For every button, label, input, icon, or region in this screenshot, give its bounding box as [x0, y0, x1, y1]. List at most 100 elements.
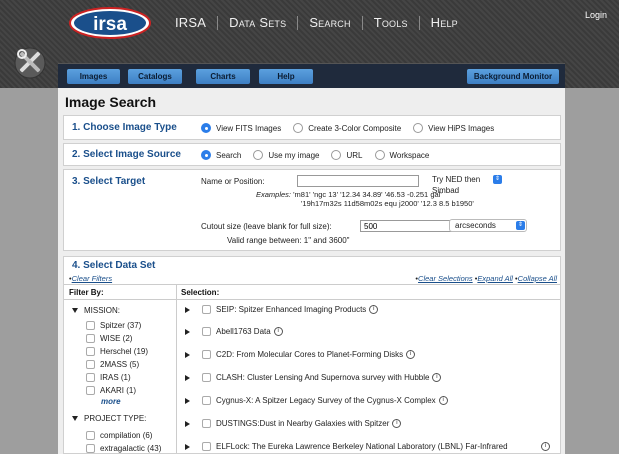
checkbox-icon [202, 396, 211, 405]
filter-group-mission[interactable]: MISSION: [72, 306, 120, 315]
filter-group-project-type[interactable]: PROJECT TYPE: [72, 414, 146, 423]
radio-3-color[interactable]: Create 3-Color Composite [293, 123, 401, 133]
info-icon[interactable]: i [392, 419, 402, 428]
clear-selections-link[interactable]: Clear Selections [418, 274, 473, 283]
section-choose-image-type: 1. Choose Image Type View FITS Images Cr… [63, 115, 561, 140]
radio-search[interactable]: Search [201, 150, 241, 160]
checkbox-icon [202, 327, 211, 336]
resolver-select[interactable]: Try NED then Simbad ⇕ [427, 174, 502, 195]
filter-project-extragalactic[interactable]: extragalactic (43) [86, 444, 161, 453]
cutout-unit-select[interactable]: arcseconds ⇕ [449, 219, 527, 232]
info-icon[interactable]: i [438, 396, 448, 405]
login-link[interactable]: Login [585, 10, 607, 20]
filter-label: AKARI (1) [100, 386, 137, 395]
nav-help[interactable]: Help [418, 16, 469, 30]
filter-label: extragalactic (43) [100, 444, 162, 453]
info-icon[interactable]: i [406, 350, 416, 359]
tab-charts[interactable]: Charts [196, 69, 250, 84]
tab-bar: Images Catalogs Charts Help Background M… [58, 63, 565, 88]
clear-filters-row: •Clear Filters [69, 274, 113, 283]
filter-label: IRAS (1) [100, 373, 131, 382]
project-type-label: PROJECT TYPE: [84, 414, 147, 423]
image-source-options: Search Use my image URL Workspace [201, 150, 441, 160]
tab-catalogs[interactable]: Catalogs [128, 69, 182, 84]
radio-url[interactable]: URL [331, 150, 363, 160]
filter-label: compilation (6) [100, 431, 153, 440]
filter-mission-2mass[interactable]: 2MASS (5) [86, 360, 139, 369]
filter-project-compilation[interactable]: compilation (6) [86, 431, 152, 440]
checkbox-icon [86, 334, 95, 343]
nav-data-sets[interactable]: Data Sets [217, 16, 297, 30]
chevron-updown-icon: ⇕ [516, 221, 525, 230]
filter-label: WISE (2) [100, 334, 133, 343]
tab-help[interactable]: Help [259, 69, 313, 84]
checkbox-icon [86, 360, 95, 369]
selection-actions: •Clear Selections •Expand All •Collapse … [415, 274, 557, 283]
info-icon[interactable]: i [432, 373, 442, 382]
info-icon[interactable]: i [273, 327, 283, 336]
expand-triangle-icon [185, 444, 190, 450]
logo-text: irsa [93, 14, 127, 35]
radio-view-fits[interactable]: View FITS Images [201, 123, 281, 133]
selection-heading: Selection: [181, 288, 220, 297]
radio-use-my-image[interactable]: Use my image [253, 150, 319, 160]
expand-triangle-icon [185, 421, 190, 427]
dataset-row-dustings[interactable]: DUSTINGS:Dust in Nearby Galaxies with Sp… [185, 419, 557, 428]
name-position-label: Name or Position: [201, 177, 265, 186]
radio-hips[interactable]: View HiPS Images [413, 123, 494, 133]
expand-triangle-icon [185, 375, 190, 381]
filter-label: 2MASS (5) [100, 360, 140, 369]
radio-label: Use my image [268, 150, 320, 160]
irsa-logo[interactable]: irsa [68, 6, 152, 40]
info-icon[interactable]: i [369, 305, 379, 314]
dataset-row-seip[interactable]: SEIP: Spitzer Enhanced Imaging Products i [185, 305, 557, 314]
info-icon[interactable]: i [541, 442, 550, 451]
radio-workspace[interactable]: Workspace [374, 150, 430, 160]
mission-label: MISSION: [84, 306, 121, 315]
filter-mission-akari[interactable]: AKARI (1) [86, 386, 136, 395]
expand-triangle-icon [185, 352, 190, 358]
collapse-all-link[interactable]: Collapse All [518, 274, 557, 283]
examples-line-1: Examples: 'm81' 'ngc 13' '12.34 34.89' '… [256, 190, 442, 199]
expand-triangle-icon [185, 329, 190, 335]
dataset-label: Cygnus-X: A Spitzer Legacy Survey of the… [216, 396, 436, 405]
filter-mission-iras[interactable]: IRAS (1) [86, 373, 131, 382]
divider [64, 284, 560, 285]
dataset-row-abell1763[interactable]: Abell1763 Data i [185, 327, 557, 336]
clear-filters-link[interactable]: Clear Filters [72, 274, 112, 283]
checkbox-icon [202, 350, 211, 359]
radio-icon [331, 150, 342, 160]
checkbox-icon [202, 373, 211, 382]
dataset-row-c2d[interactable]: C2D: From Molecular Cores to Planet-Form… [185, 350, 557, 359]
expand-all-link[interactable]: Expand All [477, 274, 513, 283]
more-missions-link[interactable]: more [101, 397, 121, 406]
filter-mission-wise[interactable]: WISE (2) [86, 334, 132, 343]
checkbox-icon [86, 386, 95, 395]
nav-irsa[interactable]: IRSA [164, 16, 217, 30]
tools-icon [14, 47, 46, 79]
filter-mission-spitzer[interactable]: Spitzer (37) [86, 321, 141, 330]
nav-tools[interactable]: Tools [361, 16, 419, 30]
section-image-source: 2. Select Image Source Search Use my ima… [63, 143, 561, 166]
filter-label: Spitzer (37) [100, 321, 142, 330]
tab-images[interactable]: Images [67, 69, 120, 84]
nav-search[interactable]: Search [297, 16, 361, 30]
radio-icon [201, 123, 211, 133]
examples-text-1: 'm81' 'ngc 13' '12.34 34.89' '46.53 -0.2… [293, 190, 442, 199]
dataset-row-clash[interactable]: CLASH: Cluster Lensing And Supernova sur… [185, 373, 557, 382]
dataset-label: DUSTINGS:Dust in Nearby Galaxies with Sp… [216, 419, 390, 428]
filter-mission-herschel[interactable]: Herschel (19) [86, 347, 148, 356]
valid-range-text: Valid range between: 1" and 3600" [227, 236, 350, 245]
radio-label: Workspace [389, 150, 430, 160]
image-search-panel: Image Search 1. Choose Image Type View F… [58, 88, 565, 454]
top-nav: IRSA Data Sets Search Tools Help [164, 16, 469, 30]
radio-label: Search [216, 150, 242, 160]
dataset-label: C2D: From Molecular Cores to Planet-Form… [216, 350, 404, 359]
radio-label: Create 3-Color Composite [308, 123, 402, 133]
examples-line-2: '19h17m32s 11d58m02s equ j2000' '12.3 8.… [301, 199, 474, 208]
dataset-row-cygnus-x[interactable]: Cygnus-X: A Spitzer Legacy Survey of the… [185, 396, 557, 405]
name-position-input[interactable] [297, 175, 419, 187]
radio-label: View FITS Images [216, 123, 282, 133]
tab-background-monitor[interactable]: Background Monitor [467, 69, 559, 84]
dataset-row-elflock[interactable]: ELFLock: The Eureka Lawrence Berkeley Na… [185, 442, 557, 453]
